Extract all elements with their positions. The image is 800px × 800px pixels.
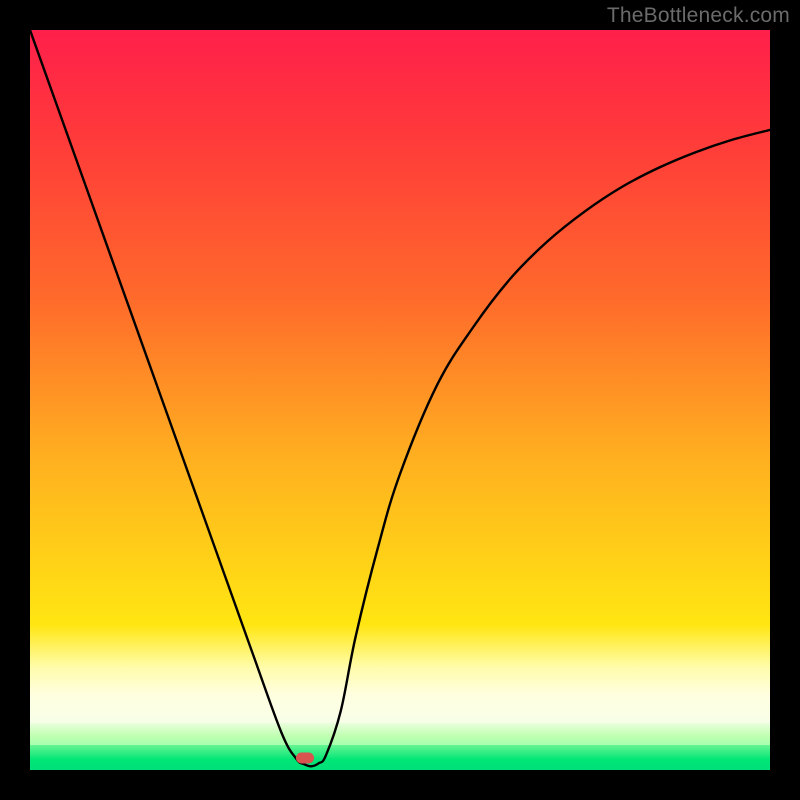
plot-area <box>30 30 770 770</box>
optimum-marker <box>296 753 314 764</box>
chart-frame: TheBottleneck.com <box>0 0 800 800</box>
bottleneck-curve <box>30 30 770 766</box>
curve-svg <box>30 30 770 770</box>
watermark-label: TheBottleneck.com <box>607 4 790 28</box>
